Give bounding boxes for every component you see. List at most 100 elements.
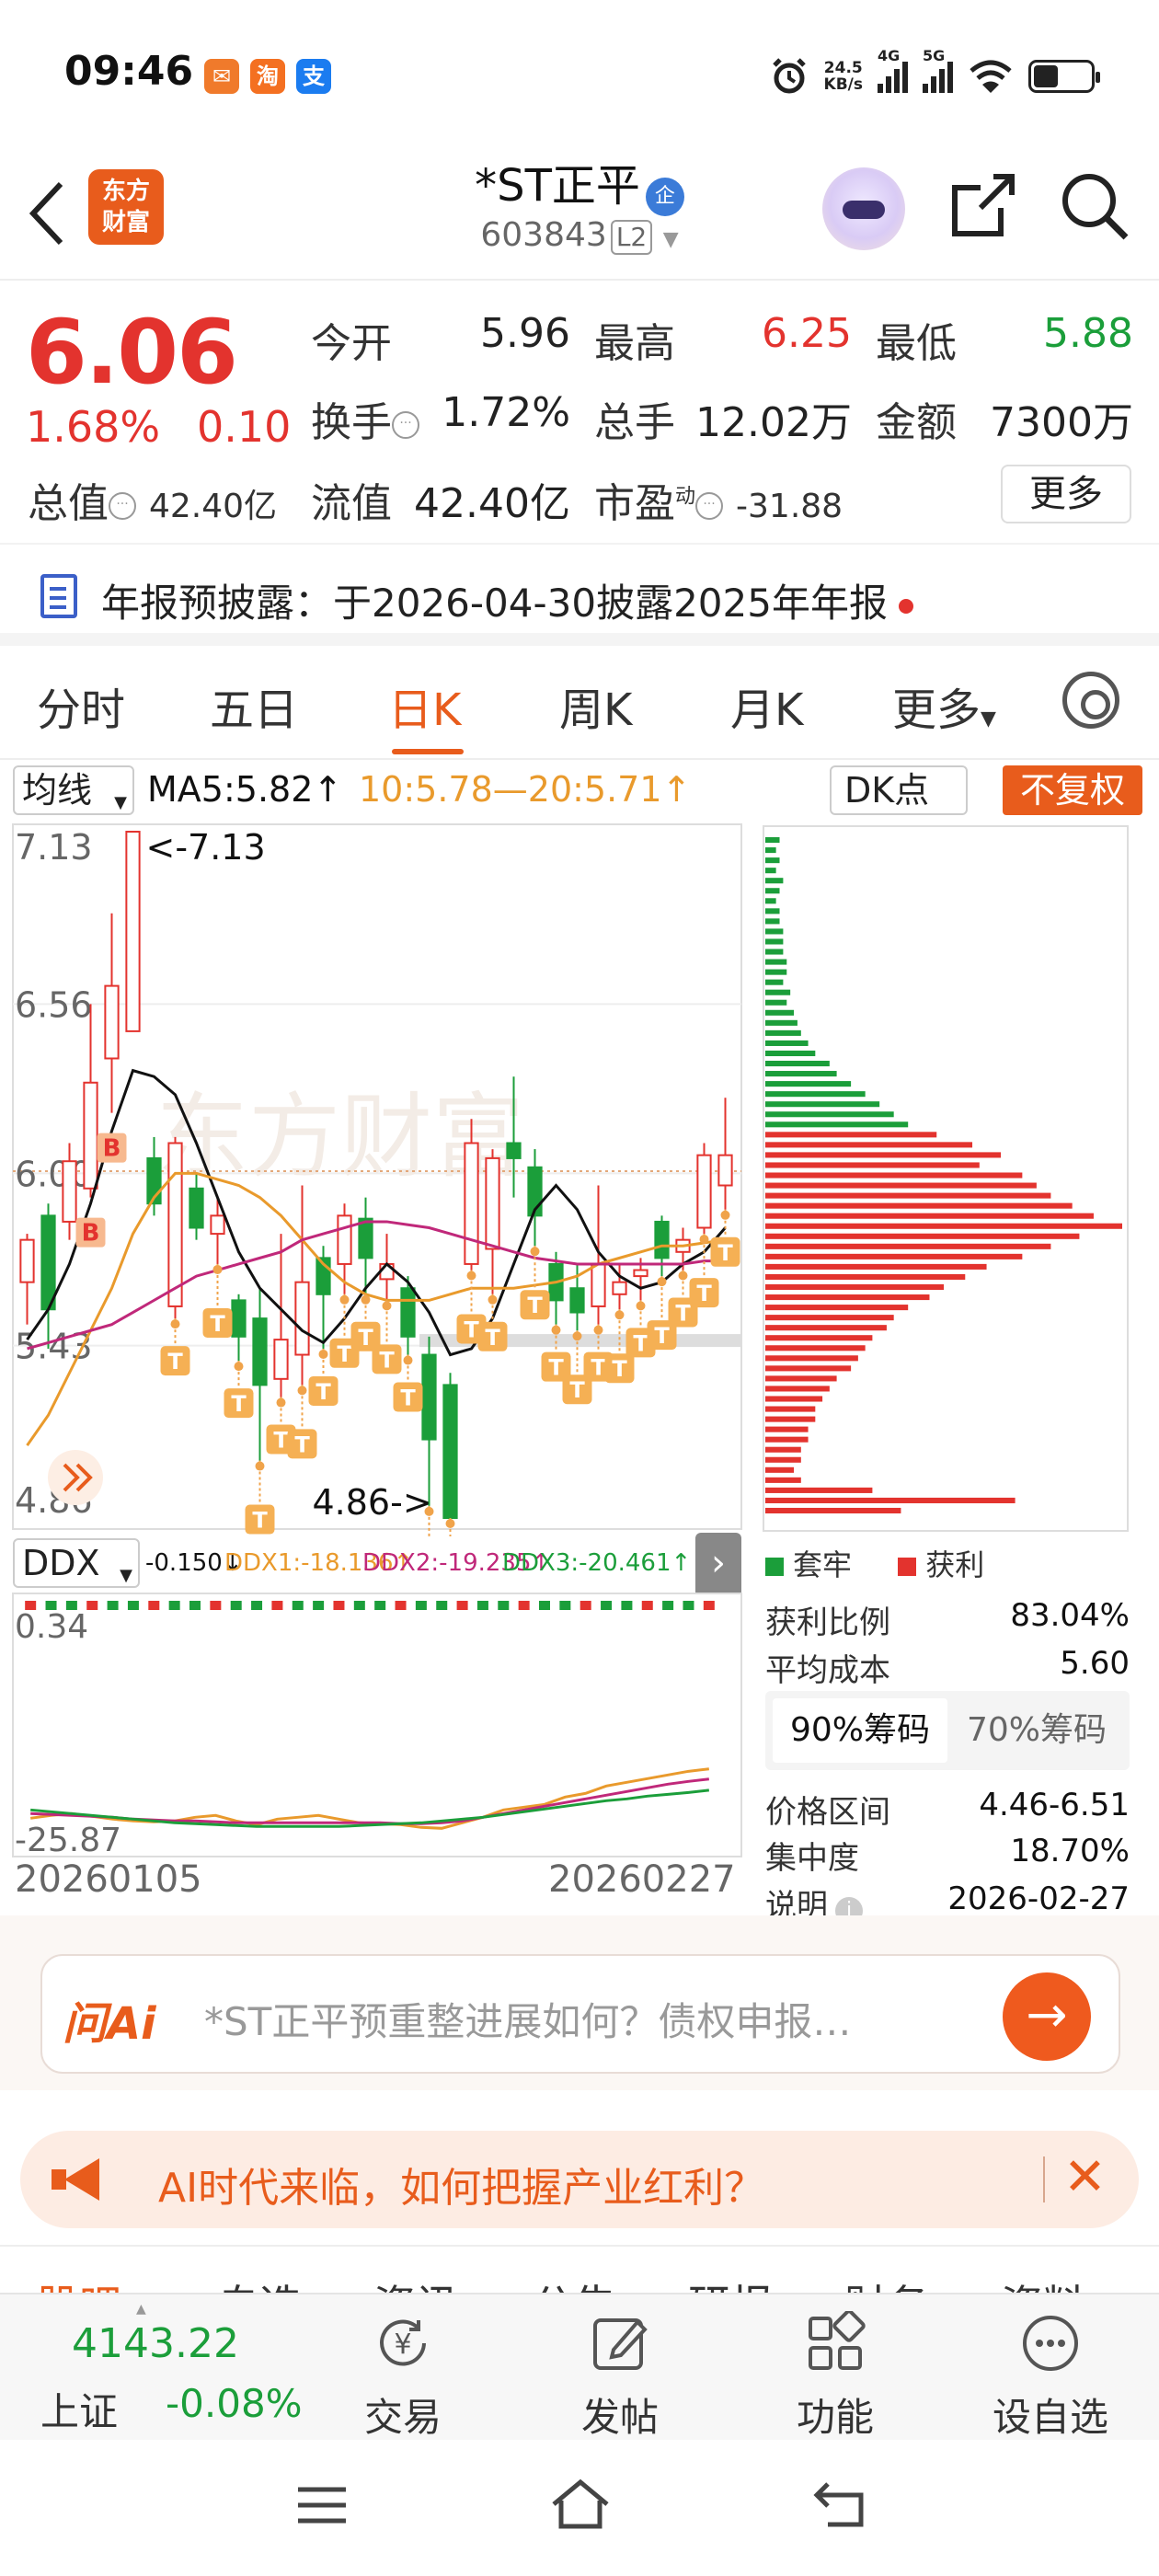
chip-bar-trapped [765, 1060, 830, 1067]
index-change: -0.08% [166, 2381, 303, 2426]
promo-banner[interactable]: AI时代来临，如何把握产业红利？ ✕ [20, 2131, 1139, 2228]
candle-body [167, 1142, 183, 1307]
document-icon [40, 574, 77, 618]
legend-swatch-profit [898, 1558, 917, 1576]
ddx3-label: DDX3:-20.461↑ [502, 1549, 691, 1577]
ddx-y-min: -25.87 [15, 1822, 121, 1858]
tab-intraday[interactable]: 分时 [37, 673, 125, 738]
ai-ask-input[interactable]: 问Ai *ST正平预重整进展如何？债权申报… → [40, 1954, 1120, 2074]
info-dots-icon[interactable]: ··· [109, 492, 136, 520]
notice-text-wrap: 年报预披露：于2026-04-30披露2025年年报 [101, 572, 913, 628]
ma-select[interactable]: 均线 [13, 765, 134, 826]
high-label: 最高 [594, 320, 675, 367]
t-signal-label: T [654, 1323, 670, 1349]
annual-report-notice[interactable]: 年报预披露：于2026-04-30披露2025年年报 [0, 543, 1159, 646]
arrow-right-icon[interactable]: → [1003, 1972, 1091, 2061]
concentration-label: 集中度 [765, 1840, 859, 1877]
tab-announcements[interactable]: 公告 [532, 2272, 616, 2293]
ddx-bar [518, 1601, 530, 1610]
info-dots-icon[interactable]: ··· [695, 492, 724, 520]
chip-bar-trapped [765, 1121, 909, 1128]
ddx-bar [580, 1601, 591, 1610]
search-icon[interactable] [1058, 169, 1131, 243]
tab-chip-90[interactable]: 90%筹码 [773, 1698, 947, 1763]
gear-icon[interactable] [1062, 672, 1119, 729]
chip-bar-profit [765, 1345, 866, 1351]
ddx-bar [333, 1601, 345, 1610]
ddx-bar [210, 1601, 222, 1610]
t-signal-label: T [696, 1281, 712, 1306]
candle-body [485, 1156, 500, 1250]
close-icon[interactable]: ✕ [1063, 2147, 1107, 2207]
ddx-bar [353, 1601, 365, 1610]
t-signal-dot [636, 1301, 646, 1311]
chip-bar-profit [765, 1192, 1051, 1199]
chevron-right-icon[interactable]: › [695, 1533, 741, 1597]
low-value: 5.88 [1043, 310, 1133, 357]
nav-functions[interactable]: 功能 [762, 2309, 909, 2443]
chip-bar-trapped [765, 908, 780, 914]
adjust-button[interactable]: 不复权 [1003, 765, 1142, 815]
t-signal-dot [255, 1461, 265, 1471]
stock-title[interactable]: *ST正平企 603843 L2 ▼ [405, 149, 754, 255]
chip-bar-trapped [765, 989, 791, 995]
taobao-icon: 淘 [250, 59, 285, 94]
kline-chart[interactable]: 东方财富 7.136.566.005.434.86 BBTTTTT TTTTTTT… [0, 819, 754, 1536]
back-icon[interactable] [24, 175, 70, 252]
chip-range-tabs: 90%筹码 70%筹码 [765, 1691, 1130, 1770]
t-signal-label: T [316, 1379, 331, 1405]
back-nav-icon[interactable] [809, 2477, 870, 2532]
t-signal-dot [234, 1362, 244, 1372]
ai-assistant-avatar[interactable] [822, 167, 905, 250]
chart-toolbar: 均线 MA5:5.82↑ 10:5.78—20:5.71↑ DK点 不复权 [0, 760, 1159, 826]
tab-forum[interactable]: 股吧 [37, 2272, 121, 2293]
tab-profile[interactable]: 资料 [1001, 2272, 1085, 2293]
logo-line2: 财富 [101, 209, 150, 236]
tab-weekly-k[interactable]: 周K [559, 673, 632, 738]
index-name: 上证 [40, 2389, 119, 2434]
chip-bar-profit [765, 1355, 858, 1362]
chip-bar-trapped [765, 938, 784, 945]
home-icon[interactable] [548, 2477, 613, 2532]
info-dots-icon[interactable]: ··· [392, 411, 419, 439]
ddx-bar [539, 1601, 550, 1610]
tab-five-day[interactable]: 五日 [210, 673, 298, 738]
avg-cost-label: 平均成本 [765, 1652, 890, 1689]
chip-bar-profit [765, 1182, 1037, 1189]
nav-post[interactable]: 发帖 [546, 2311, 694, 2443]
chip-bar-trapped [765, 1019, 798, 1026]
open-value: 5.96 [480, 310, 570, 357]
menu-icon[interactable] [294, 2482, 350, 2528]
nav-trade[interactable]: ¥ 交易 [329, 2311, 476, 2443]
tab-monthly-k[interactable]: 月K [730, 673, 803, 738]
ddx-chart[interactable]: 0.34 -25.87 [0, 1592, 754, 1858]
chip-bar-trapped [765, 1050, 816, 1057]
pe-dynamic-mark: 动 [675, 485, 696, 509]
chip-date: 2026-02-27 [947, 1880, 1130, 1917]
t-signal-label: T [337, 1341, 352, 1367]
nav-add-watchlist[interactable]: 设自选 [977, 2311, 1124, 2443]
t-signal-label: T [464, 1317, 479, 1343]
expand-icon[interactable] [48, 1450, 103, 1505]
tab-research[interactable]: 研报 [688, 2272, 773, 2293]
dk-point-button[interactable]: DK点 [830, 765, 968, 815]
tab-more[interactable]: 更多▼ [892, 673, 996, 738]
tab-news[interactable]: 资讯 [373, 2272, 458, 2293]
more-button[interactable]: 更多 [1001, 465, 1131, 523]
t-signal-dot [699, 1235, 709, 1245]
ddx-select[interactable]: DDX [13, 1538, 140, 1599]
tab-chip-70[interactable]: 70%筹码 [949, 1698, 1124, 1763]
x-end-date: 20260227 [548, 1858, 736, 1901]
candle-body [442, 1384, 458, 1519]
stock-header: 东方 财富 *ST正平企 603843 L2 ▼ [0, 147, 1159, 281]
chevron-down-icon[interactable]: ▼ [663, 228, 679, 251]
chip-bar-trapped [765, 847, 776, 854]
tab-daily-k[interactable]: 日K [388, 673, 461, 738]
candle-body [40, 1214, 56, 1311]
candle-body [125, 831, 141, 1032]
max-price-marker: <-7.13 [146, 827, 266, 868]
banner-divider [1043, 2156, 1045, 2202]
tab-watchlist[interactable]: 自选 [217, 2272, 302, 2293]
tab-finance[interactable]: 财务 [844, 2272, 929, 2293]
share-icon[interactable] [947, 169, 1019, 241]
